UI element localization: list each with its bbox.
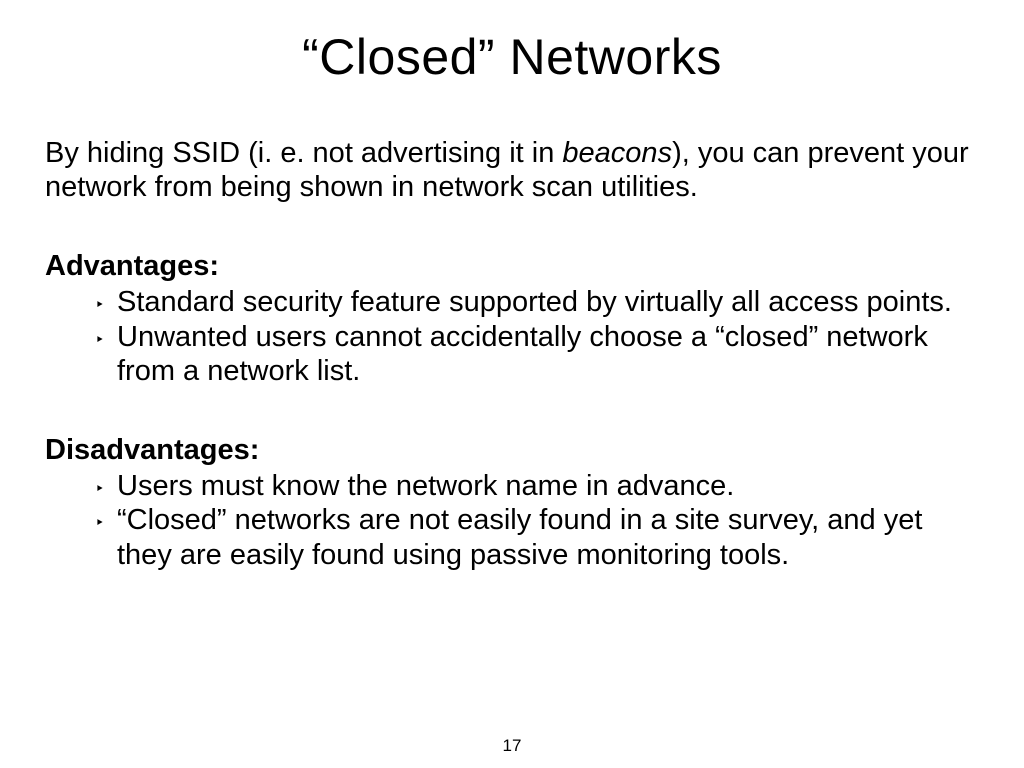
intro-text-em: beacons (562, 137, 672, 169)
list-item: ‣“Closed” networks are not easily found … (45, 503, 979, 571)
advantages-heading: Advantages: (45, 250, 979, 283)
list-item: ‣Unwanted users cannot accidentally choo… (45, 320, 979, 388)
disadvantages-section: Disadvantages: ‣Users must know the netw… (45, 434, 979, 572)
bullet-icon: ‣ (95, 297, 117, 316)
advantages-heading-text: Advantages (45, 250, 209, 282)
intro-text-pre: By hiding SSID (i. e. not advertising it… (45, 137, 562, 169)
disadvantages-heading-text: Disadvantages (45, 434, 250, 466)
slide: “Closed” Networks By hiding SSID (i. e. … (0, 0, 1024, 768)
advantage-2-text: Unwanted users cannot accidentally choos… (117, 321, 928, 387)
slide-title: “Closed” Networks (45, 28, 979, 86)
list-item: ‣Standard security feature supported by … (45, 285, 979, 319)
advantages-section: Advantages: ‣Standard security feature s… (45, 250, 979, 388)
bullet-icon: ‣ (95, 332, 117, 351)
advantage-1-text: Standard security feature supported by v… (117, 286, 952, 318)
disadvantage-2-text: “Closed” networks are not easily found i… (117, 504, 922, 570)
page-number: 17 (0, 736, 1024, 756)
bullet-icon: ‣ (95, 515, 117, 534)
disadvantage-1-text: Users must know the network name in adva… (117, 470, 734, 502)
disadvantages-heading: Disadvantages: (45, 434, 979, 467)
bullet-icon: ‣ (95, 481, 117, 500)
intro-paragraph: By hiding SSID (i. e. not advertising it… (45, 136, 979, 204)
list-item: ‣Users must know the network name in adv… (45, 469, 979, 503)
